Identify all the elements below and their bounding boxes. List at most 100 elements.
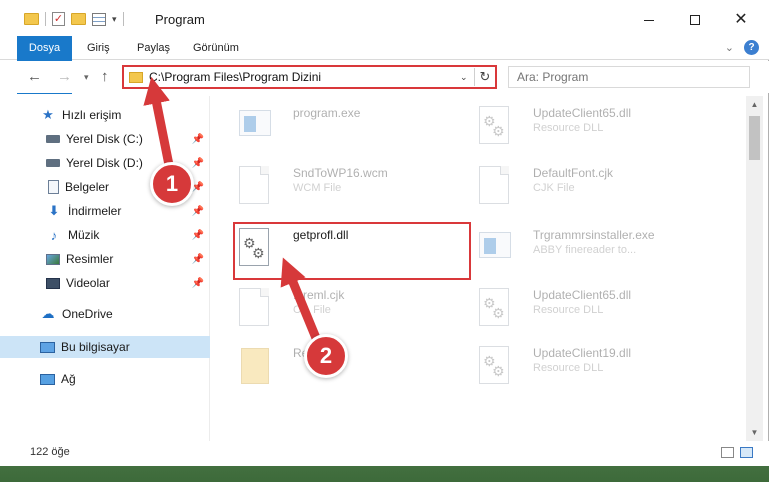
scroll-up-icon[interactable]: ▲ (746, 96, 763, 113)
back-arrow-icon[interactable]: ← (27, 68, 42, 85)
drive-icon (46, 135, 60, 143)
step-badge-1: 1 (150, 162, 194, 206)
file-item[interactable]: DefaultFont.cjk CJK File (473, 162, 713, 220)
divider (45, 12, 46, 26)
sidebar-item-videos[interactable]: Videolar 📌 (0, 272, 210, 294)
minimize-button[interactable] (626, 0, 672, 40)
file-type: Resource DLL (533, 122, 604, 134)
sidebar-item-this-pc[interactable]: Bu bilgisayar (0, 336, 210, 358)
file-item[interactable]: ...reml.cjk C... File (233, 284, 473, 342)
file-item[interactable]: ⚙ ⚙ UpdateClient19.dll Resource DLL (473, 342, 713, 400)
vertical-scrollbar[interactable]: ▲ ▼ (746, 96, 763, 441)
file-name: UpdateClient65.dll (533, 106, 632, 120)
explorer-window: ✓ ▾ Program ✕ Dosya Giriş Paylaş Görünüm… (0, 0, 769, 466)
document-file-icon (473, 162, 517, 212)
help-icon[interactable]: ? (744, 40, 759, 55)
new-folder-icon[interactable] (71, 13, 86, 25)
download-icon: ⬇ (48, 203, 60, 218)
close-icon: ✕ (734, 11, 748, 28)
folder-icon (24, 13, 39, 25)
dll-gear-icon: ⚙ ⚙ (473, 102, 517, 152)
sidebar-item-label: Yerel Disk (C:) (66, 132, 143, 146)
pin-icon[interactable]: 📌 (192, 254, 204, 265)
file-type: ABBY finereader to... (533, 244, 637, 256)
file-type: C... File (293, 304, 331, 316)
refresh-icon[interactable]: ↻ (475, 69, 495, 85)
music-icon: ♪ (50, 227, 58, 243)
divider (122, 12, 124, 26)
dll-gear-icon: ⚙ ⚙ (473, 342, 517, 392)
sidebar-item-label: Belgeler (65, 180, 110, 194)
properties-check-icon[interactable]: ✓ (52, 12, 65, 26)
large-icons-view-icon[interactable] (740, 447, 753, 458)
file-item[interactable]: program.exe (233, 102, 473, 160)
file-item[interactable]: SndToWP16.wcm WCM File (233, 162, 473, 220)
tab-home[interactable]: Giriş (87, 36, 110, 60)
file-type: Resource DLL (533, 362, 604, 374)
address-dropdown-icon[interactable]: ⌄ (460, 72, 474, 83)
file-item[interactable]: Trgrammrsinstaller.exe ABBY finereader t… (473, 224, 713, 282)
scroll-down-icon[interactable]: ▼ (746, 424, 763, 441)
sidebar-item-onedrive[interactable]: ☁ OneDrive (0, 303, 210, 325)
pin-icon[interactable]: 📌 (192, 134, 204, 145)
address-bar[interactable]: C:\Program Files\Program Dizini ⌄ ↻ (122, 65, 497, 89)
file-name: UpdateClient65.dll (533, 288, 632, 302)
file-item[interactable]: Re... (233, 342, 473, 400)
sidebar-item-label: Videolar (66, 276, 110, 290)
sidebar-item-label: Bu bilgisayar (61, 340, 130, 354)
file-type: WCM File (293, 182, 342, 194)
view-switcher (721, 447, 753, 458)
file-type: CJK File (533, 182, 575, 194)
scroll-thumb[interactable] (749, 116, 760, 160)
document-icon (48, 180, 59, 194)
sidebar-item-pictures[interactable]: Resimler 📌 (0, 248, 210, 270)
close-button[interactable]: ✕ (718, 0, 764, 40)
file-item[interactable]: ⚙ ⚙ UpdateClient65.dll Resource DLL (473, 284, 713, 342)
sidebar-item-label: Resimler (66, 252, 114, 266)
sidebar-item-label: İndirmeler (68, 204, 122, 218)
file-item[interactable]: ⚙ ⚙ UpdateClient65.dll Resource DLL (473, 102, 713, 160)
sidebar-item-label: Ağ (61, 372, 76, 386)
exe-file-icon (233, 102, 277, 152)
sidebar-item-label: OneDrive (62, 307, 113, 321)
forward-arrow-icon[interactable]: → (57, 68, 72, 85)
pin-icon[interactable]: 📌 (192, 206, 204, 217)
folder-file-icon (233, 342, 277, 392)
star-icon: ★ (42, 107, 54, 122)
file-name: program.exe (293, 106, 361, 120)
details-view-icon[interactable] (721, 447, 734, 458)
search-box[interactable] (508, 66, 750, 88)
pin-icon[interactable]: 📌 (192, 278, 204, 289)
up-arrow-icon[interactable]: ↑ (101, 68, 109, 85)
search-input[interactable] (517, 70, 749, 84)
navigation-bar: ← → ▾ ↑ C:\Program Files\Program Dizini … (0, 61, 769, 93)
window-title: Program (155, 12, 205, 27)
pin-icon[interactable]: 📌 (192, 158, 204, 169)
document-file-icon (233, 162, 277, 212)
tab-share[interactable]: Paylaş (137, 36, 170, 60)
tab-view[interactable]: Görünüm (193, 36, 239, 60)
step-badge-2: 2 (304, 334, 348, 378)
expand-ribbon-icon[interactable]: ⌄ (725, 41, 734, 54)
sidebar-item-label: Hızlı erişim (62, 108, 122, 122)
maximize-button[interactable] (672, 0, 718, 40)
sidebar-item-music[interactable]: ♪ Müzik 📌 (0, 224, 210, 246)
ribbon-controls: ⌄ ? (725, 40, 759, 55)
pin-icon[interactable]: 📌 (192, 230, 204, 241)
properties-icon[interactable] (92, 12, 106, 26)
recent-locations-icon[interactable]: ▾ (84, 72, 89, 83)
document-file-icon (233, 284, 277, 334)
item-count: 122 öğe (30, 446, 70, 458)
sidebar-item-label: Yerel Disk (D:) (66, 156, 143, 170)
customize-dropdown-icon[interactable]: ▾ (112, 14, 117, 25)
sidebar-item-label: Müzik (68, 228, 100, 242)
pictures-icon (46, 253, 60, 265)
sidebar-item-local-disk-c[interactable]: Yerel Disk (C:) 📌 (0, 128, 210, 150)
file-name: Trgrammrsinstaller.exe (533, 228, 655, 242)
file-type: Resource DLL (533, 304, 604, 316)
title-bar: ✓ ▾ Program ✕ (0, 0, 769, 40)
drive-icon (46, 159, 60, 167)
sidebar-item-network[interactable]: Ağ (0, 368, 210, 390)
address-path[interactable]: C:\Program Files\Program Dizini (149, 70, 460, 84)
sidebar-item-quick-access[interactable]: ★ Hızlı erişim (0, 104, 210, 126)
